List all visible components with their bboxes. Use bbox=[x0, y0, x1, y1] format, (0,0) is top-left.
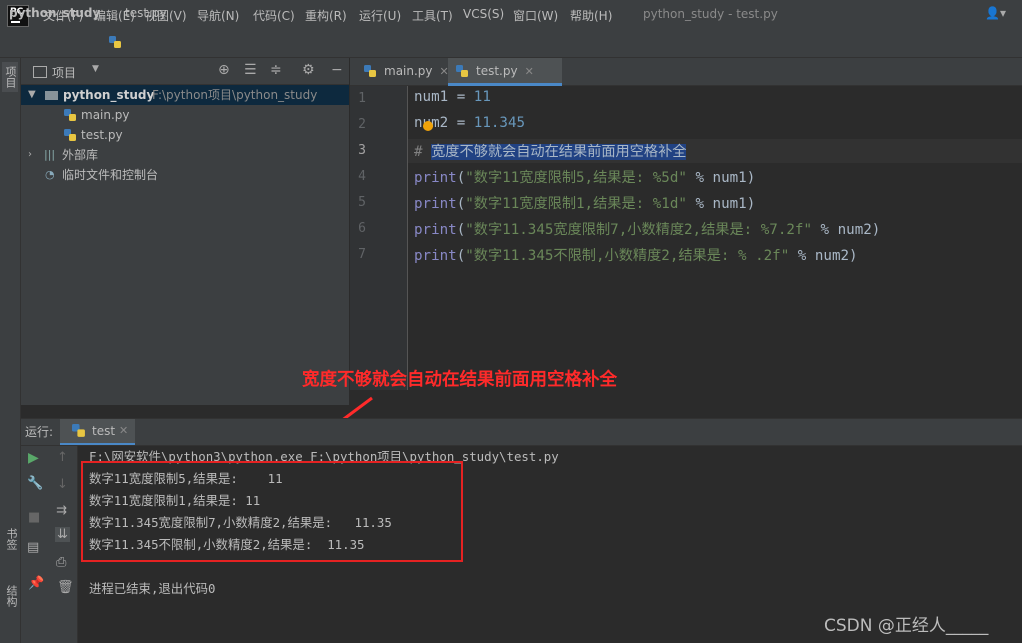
window-title: python_study - test.py bbox=[643, 7, 778, 21]
menu-run[interactable]: 运行(U) bbox=[359, 7, 401, 24]
expand-all-icon[interactable]: ☰ bbox=[244, 62, 257, 78]
collapse-all-icon[interactable]: ≑ bbox=[270, 62, 282, 78]
python-file-icon bbox=[456, 65, 468, 77]
lightbulb-icon[interactable] bbox=[423, 121, 433, 131]
library-icon: ||| bbox=[44, 148, 56, 161]
chevron-down-icon[interactable]: ▼ bbox=[92, 64, 99, 74]
menu-refactor[interactable]: 重构(R) bbox=[305, 7, 347, 24]
arrow-up-icon[interactable]: ↑ bbox=[57, 450, 68, 465]
folder-icon bbox=[33, 66, 47, 78]
project-panel-title[interactable]: 项目 bbox=[52, 64, 76, 81]
menu-vcs[interactable]: VCS(S) bbox=[463, 7, 504, 21]
line-number: 6 bbox=[358, 221, 366, 236]
annotation-text: 宽度不够就会自动在结果前面用空格补全 bbox=[302, 370, 617, 390]
python-file-icon bbox=[109, 36, 121, 48]
stop-icon[interactable]: ■ bbox=[28, 510, 40, 525]
tree-item-label: 临时文件和控制台 bbox=[62, 168, 159, 182]
line-number: 3 bbox=[358, 143, 366, 158]
python-file-icon bbox=[364, 65, 376, 77]
scratch-icon: ◔ bbox=[45, 168, 55, 181]
print-icon[interactable]: ⎙ bbox=[56, 555, 66, 570]
run-panel-label: 运行: bbox=[25, 425, 54, 439]
tree-file-label: main.py bbox=[81, 108, 130, 122]
project-root-path: F:\python项目\python_study bbox=[152, 88, 318, 102]
locate-icon[interactable]: ⊕ bbox=[218, 62, 230, 78]
breadcrumb-file[interactable]: test.py bbox=[125, 6, 167, 20]
layout-icon[interactable]: ▤ bbox=[27, 540, 39, 555]
gear-icon[interactable]: ⚙ bbox=[302, 62, 315, 78]
python-file-icon bbox=[64, 129, 76, 141]
python-file-icon bbox=[64, 109, 76, 121]
run-tab-label: test bbox=[92, 424, 116, 438]
breadcrumb-project[interactable]: python_study bbox=[9, 6, 100, 20]
soft-wrap-icon[interactable]: ⇉ bbox=[56, 503, 67, 518]
line-number: 7 bbox=[358, 247, 366, 262]
menu-code[interactable]: 代码(C) bbox=[253, 7, 295, 24]
watermark: CSDN @正经人_____ bbox=[824, 616, 989, 636]
trash-icon[interactable]: 🗑 bbox=[57, 580, 74, 595]
line-number: 4 bbox=[358, 169, 366, 184]
rerun-icon[interactable]: ▶ bbox=[28, 450, 39, 466]
chevron-down-icon: ▼ bbox=[28, 89, 36, 100]
menu-tools[interactable]: 工具(T) bbox=[412, 7, 453, 24]
python-file-icon bbox=[72, 424, 85, 437]
structure-tool-button[interactable]: 结构 bbox=[3, 585, 19, 607]
menu-window[interactable]: 窗口(W) bbox=[513, 7, 558, 24]
tree-root-row[interactable]: ▼ python_study F:\python项目\python_study bbox=[21, 85, 349, 105]
close-icon[interactable]: ✕ bbox=[119, 424, 128, 437]
code-line-6: print("数字11.345宽度限制7,小数精度2,结果是: %7.2f" %… bbox=[414, 222, 881, 238]
code-line-7: print("数字11.345不限制,小数精度2,结果是: % .2f" % n… bbox=[414, 248, 858, 264]
tree-item-label: 外部库 bbox=[62, 148, 99, 162]
close-icon[interactable]: ✕ bbox=[525, 65, 534, 78]
arrow-down-icon[interactable]: ↓ bbox=[57, 477, 68, 492]
tab-test-py[interactable]: test.py ✕ bbox=[448, 58, 562, 86]
line-number: 2 bbox=[358, 117, 366, 132]
code-line-1: num1 = 11 bbox=[414, 89, 491, 105]
code-line-5: print("数字11宽度限制1,结果是: %1d" % num1) bbox=[414, 196, 756, 212]
breadcrumb-separator-icon: › bbox=[93, 5, 98, 19]
pin-icon[interactable]: 📌 bbox=[28, 576, 44, 591]
code-line-4: print("数字11宽度限制5,结果是: %5d" % num1) bbox=[414, 170, 756, 186]
project-tool-button[interactable]: 项目 bbox=[2, 62, 18, 92]
line-number: 1 bbox=[358, 91, 366, 106]
menu-help[interactable]: 帮助(H) bbox=[570, 7, 612, 24]
tab-label: test.py bbox=[476, 64, 518, 78]
wrench-icon[interactable]: 🔧 bbox=[27, 476, 43, 491]
menu-navigate[interactable]: 导航(N) bbox=[197, 7, 239, 24]
highlight-box bbox=[81, 461, 463, 562]
navigation-bar bbox=[0, 30, 1022, 58]
run-panel-header bbox=[21, 418, 1022, 446]
tab-label: main.py bbox=[384, 64, 433, 78]
user-icon[interactable]: 👤▾ bbox=[985, 6, 1006, 20]
run-toolbar-secondary bbox=[48, 446, 78, 643]
chevron-right-icon: › bbox=[28, 149, 32, 160]
hide-icon[interactable]: − bbox=[331, 62, 343, 78]
line-number: 5 bbox=[358, 195, 366, 210]
code-line-3: # 宽度不够就会自动在结果前面用空格补全 bbox=[414, 144, 687, 160]
scroll-to-end-icon[interactable]: ⇊ bbox=[55, 527, 70, 542]
bookmarks-tool-button[interactable]: 书签 bbox=[3, 528, 19, 550]
left-tool-strip bbox=[0, 58, 21, 643]
console-line: 进程已结束,退出代码0 bbox=[89, 581, 216, 596]
project-root-name: python_study bbox=[63, 88, 155, 102]
tree-file-label: test.py bbox=[81, 128, 123, 142]
folder-icon bbox=[45, 91, 58, 100]
